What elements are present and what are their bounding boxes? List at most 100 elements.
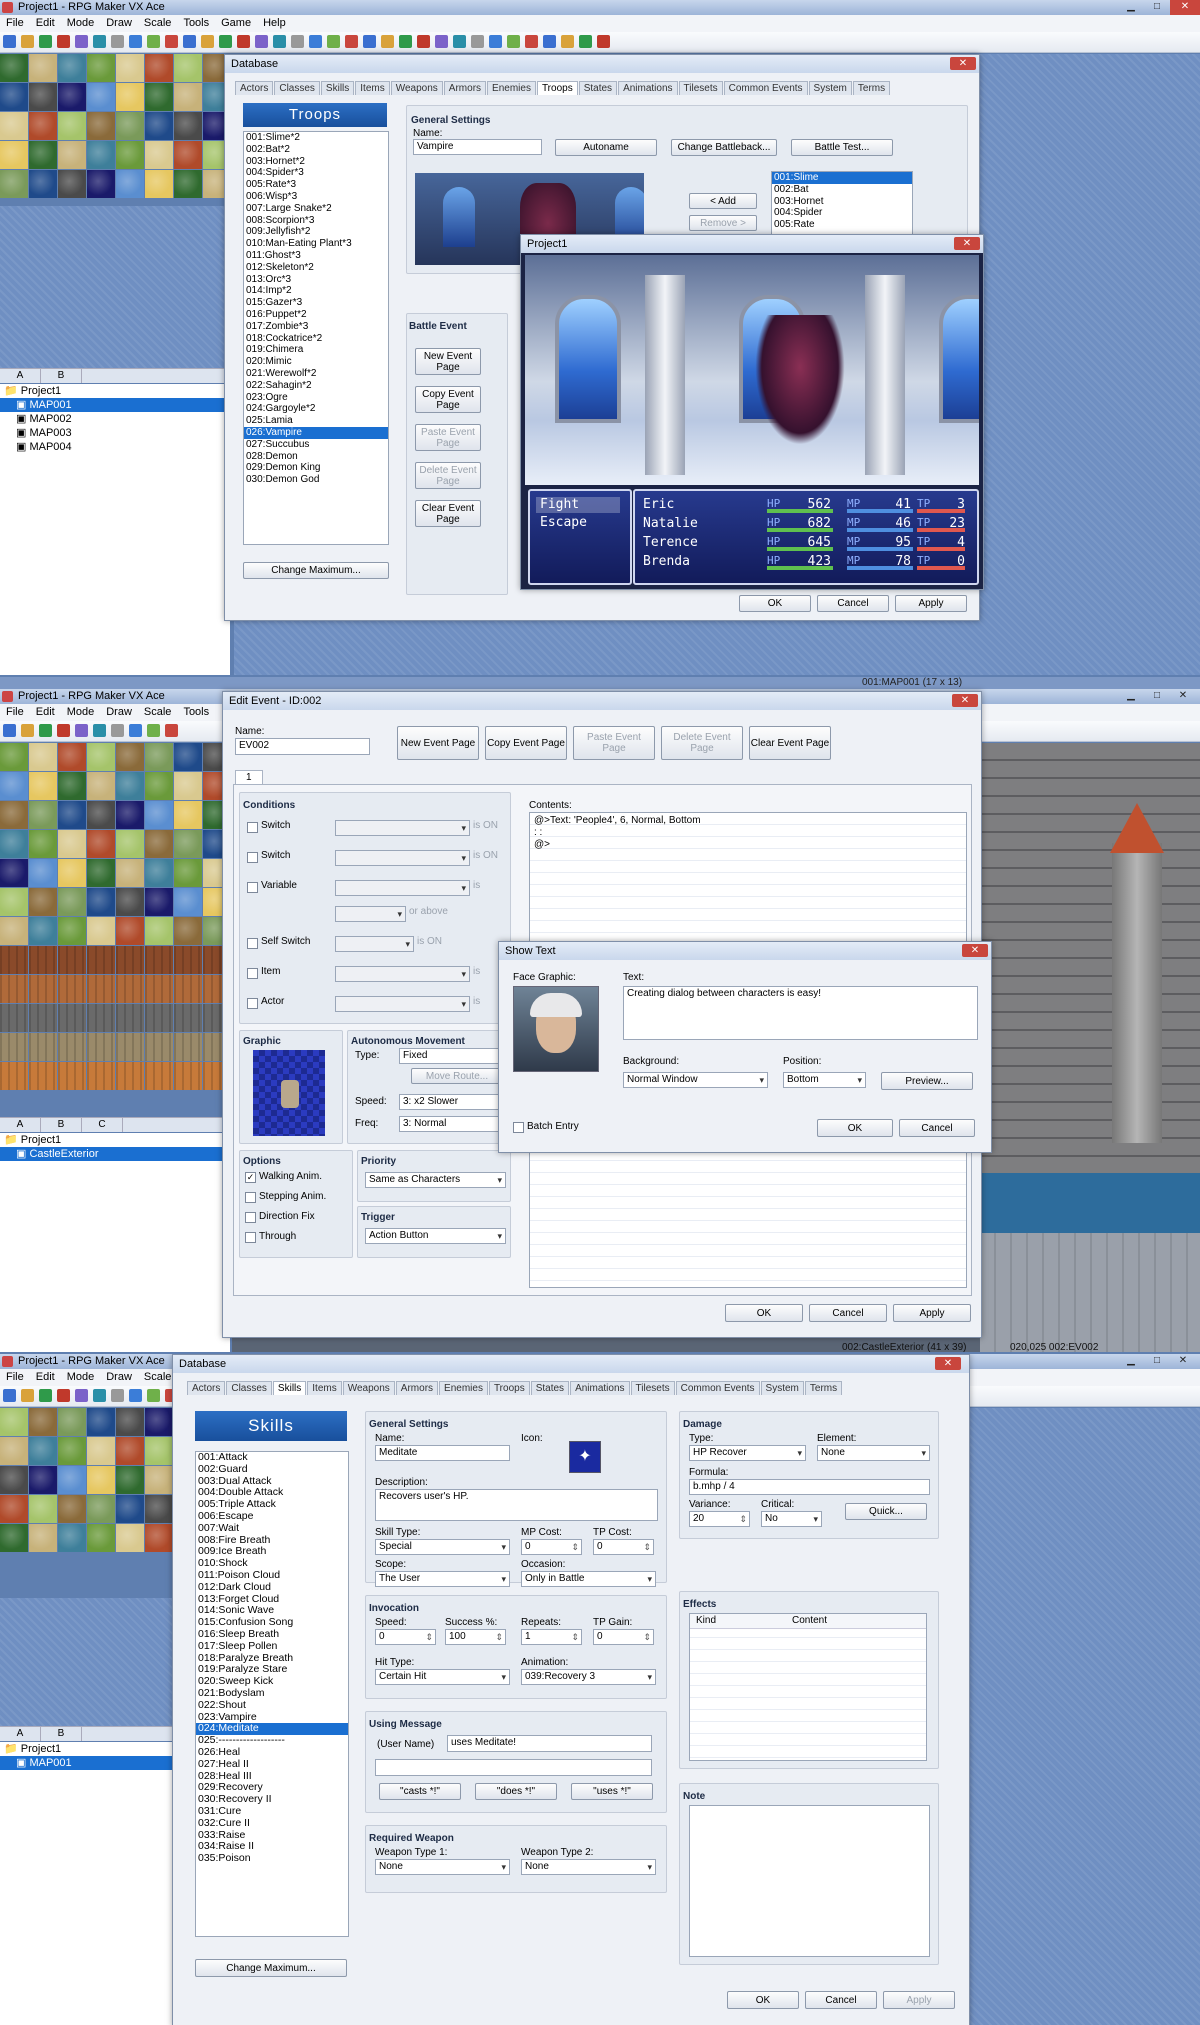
tile-swatch[interactable] (116, 1033, 144, 1061)
repeats-spinner[interactable]: 1 (521, 1629, 582, 1645)
troop-list-item[interactable]: 012:Skeleton*2 (244, 262, 388, 274)
paste-event-page-button[interactable]: Paste Event Page (415, 424, 481, 451)
skill-list-item[interactable]: 016:Sleep Breath (196, 1628, 348, 1641)
tile-swatch[interactable] (58, 1466, 86, 1494)
tile-swatch[interactable] (0, 54, 28, 82)
toolbar-button-icon[interactable] (93, 35, 106, 48)
tile-swatch[interactable] (145, 83, 173, 111)
effects-list[interactable]: Kind Content (689, 1613, 927, 1761)
tile-swatch[interactable] (174, 54, 202, 82)
troop-list-item[interactable]: 019:Chimera (244, 344, 388, 356)
move-route-button[interactable]: Move Route... (411, 1068, 503, 1084)
tile-swatch[interactable] (0, 946, 28, 974)
toolbar-button-icon[interactable] (57, 35, 70, 48)
tile-swatch[interactable] (29, 772, 57, 800)
tab-tilesets[interactable]: Tilesets (630, 1381, 675, 1395)
troop-list-item[interactable]: 008:Scorpion*3 (244, 215, 388, 227)
tab-classes[interactable]: Classes (274, 81, 320, 95)
tile-swatch[interactable] (0, 859, 28, 887)
tile-swatch[interactable] (145, 830, 173, 858)
occasion-select[interactable]: Only in Battle (521, 1571, 656, 1587)
tile-swatch[interactable] (174, 83, 202, 111)
cond-actor-checkbox[interactable] (247, 998, 258, 1009)
tab-a[interactable]: A (0, 1118, 41, 1132)
toolbar-button-icon[interactable] (3, 724, 16, 737)
preview-button[interactable]: Preview... (881, 1072, 973, 1090)
tile-swatch[interactable] (174, 801, 202, 829)
damage-type-select[interactable]: HP Recover (689, 1445, 806, 1461)
tile-swatch[interactable] (145, 946, 173, 974)
condition-field[interactable] (335, 936, 414, 952)
walking-anim-checkbox[interactable]: ✓ (245, 1172, 256, 1183)
tab-c[interactable]: C (82, 1118, 123, 1132)
scope-select[interactable]: The User (375, 1571, 510, 1587)
menu-game[interactable]: Game (215, 17, 257, 29)
tile-swatch[interactable] (116, 1004, 144, 1032)
ok-button[interactable]: OK (727, 1991, 799, 2009)
quick-button[interactable]: Quick... (845, 1503, 927, 1520)
tab-terms[interactable]: Terms (804, 1381, 843, 1395)
tile-swatch[interactable] (58, 975, 86, 1003)
tile-swatch[interactable] (87, 112, 115, 140)
tab-b[interactable]: B (41, 1118, 82, 1132)
troop-list-item[interactable]: 014:Imp*2 (244, 285, 388, 297)
tab-armors[interactable]: Armors (395, 1381, 439, 1395)
enemy-list-item[interactable]: 001:Slime (772, 172, 912, 184)
name-input[interactable]: Vampire (413, 139, 542, 155)
tile-swatch[interactable] (0, 830, 28, 858)
toolbar-button-icon[interactable] (21, 35, 34, 48)
tile-swatch[interactable] (58, 1495, 86, 1523)
troop-list-item[interactable]: 025:Lamia (244, 415, 388, 427)
speed-spinner[interactable]: 0 (375, 1629, 436, 1645)
tile-swatch[interactable] (174, 1004, 202, 1032)
skill-list-item[interactable]: 022:Shout (196, 1699, 348, 1712)
toolbar-button-icon[interactable] (93, 724, 106, 737)
dialog-close-button[interactable]: ✕ (952, 694, 978, 707)
skill-list[interactable]: 001:Attack 002:Guard 003:Dual Attack 004:Do… (195, 1451, 349, 1937)
tile-swatch[interactable] (0, 888, 28, 916)
troop-list-item[interactable]: 007:Large Snake*2 (244, 203, 388, 215)
troop-list-item[interactable]: 005:Rate*3 (244, 179, 388, 191)
tab-tilesets[interactable]: Tilesets (678, 81, 723, 95)
tile-swatch[interactable] (58, 170, 86, 198)
toolbar-button-icon[interactable] (147, 35, 160, 48)
game-close-button[interactable]: ✕ (954, 237, 980, 250)
tab-weapons[interactable]: Weapons (390, 81, 443, 95)
tile-swatch[interactable] (116, 801, 144, 829)
toolbar-button-icon[interactable] (597, 35, 610, 48)
tile-swatch[interactable] (29, 141, 57, 169)
show-text-cancel-button[interactable]: Cancel (899, 1119, 975, 1137)
tab-items[interactable]: Items (355, 81, 390, 95)
skill-list-item[interactable]: 032:Cure II (196, 1817, 348, 1830)
cancel-button[interactable]: Cancel (809, 1304, 887, 1322)
tile-swatch[interactable] (58, 1408, 86, 1436)
toolbar-button-icon[interactable] (183, 35, 196, 48)
tab-animations[interactable]: Animations (618, 81, 678, 95)
condition-field[interactable] (335, 850, 470, 866)
menu-file[interactable]: File (0, 1371, 30, 1383)
tile-swatch[interactable] (116, 1437, 144, 1465)
menu-draw[interactable]: Draw (100, 1371, 138, 1383)
tile-swatch[interactable] (145, 54, 173, 82)
tile-swatch[interactable] (145, 743, 173, 771)
tile-swatch[interactable] (87, 888, 115, 916)
menu-draw[interactable]: Draw (100, 706, 138, 718)
position-select[interactable]: Bottom (783, 1072, 866, 1088)
tile-swatch[interactable] (87, 54, 115, 82)
toolbar-button-icon[interactable] (345, 35, 358, 48)
tile-swatch[interactable] (174, 141, 202, 169)
weapon-type2-select[interactable]: None (521, 1859, 656, 1875)
tile-swatch[interactable] (58, 1033, 86, 1061)
tile-swatch[interactable] (29, 54, 57, 82)
cancel-button[interactable]: Cancel (817, 595, 889, 612)
tile-swatch[interactable] (145, 888, 173, 916)
menu-file[interactable]: File (0, 706, 30, 718)
tile-swatch[interactable] (58, 888, 86, 916)
tile-swatch[interactable] (58, 1437, 86, 1465)
menu-scale[interactable]: Scale (138, 706, 178, 718)
tile-swatch[interactable] (174, 743, 202, 771)
tile-swatch[interactable] (29, 1408, 57, 1436)
toolbar-button-icon[interactable] (273, 35, 286, 48)
tile-swatch[interactable] (0, 141, 28, 169)
tile-swatch[interactable] (116, 141, 144, 169)
